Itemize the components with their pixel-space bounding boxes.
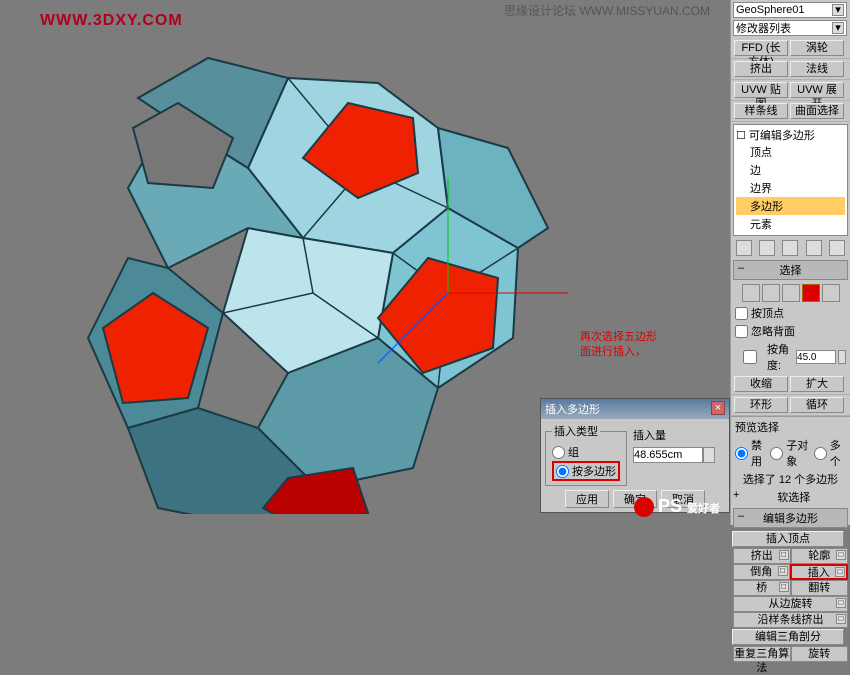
- spline-mod-button[interactable]: 样条线: [734, 103, 788, 119]
- ps-logo-icon: [634, 497, 654, 517]
- modifier-stack[interactable]: ☐ 可编辑多边形 顶点 边 边界 多边形 元素: [733, 124, 848, 236]
- tree-polygon[interactable]: 多边形: [736, 197, 845, 215]
- soft-selection-rollout[interactable]: +软选择: [731, 488, 850, 506]
- sel-vertex-icon[interactable]: [742, 284, 760, 302]
- turbo-button[interactable]: 涡轮: [790, 40, 844, 56]
- stack-toolbar: [731, 238, 850, 258]
- sel-border-icon[interactable]: [782, 284, 800, 302]
- extrude-spline-button[interactable]: 沿样条线挤出□: [733, 612, 848, 628]
- by-polygon-radio[interactable]: [556, 465, 569, 478]
- close-icon[interactable]: ×: [711, 401, 725, 415]
- extrude-mod-button[interactable]: 挤出: [734, 61, 788, 77]
- modifier-list-dropdown[interactable]: 修改器列表▾: [733, 20, 847, 36]
- watermark-top: 思缘设计论坛 WWW.MISSYUAN.COM: [504, 2, 710, 19]
- tree-border[interactable]: 边界: [736, 179, 845, 197]
- tree-root[interactable]: ☐ 可编辑多边形: [736, 127, 845, 143]
- settings-icon[interactable]: □: [836, 598, 846, 608]
- edit-poly-rollout-header[interactable]: 编辑多边形: [733, 508, 848, 528]
- insert-vertex-button[interactable]: 插入顶点: [732, 531, 844, 547]
- command-panel: GeoSphere01▾ 修改器列表▾ FFD (长方体) 涡轮 挤出 法线 U…: [730, 0, 850, 525]
- settings-icon[interactable]: □: [835, 567, 845, 577]
- apply-button[interactable]: 应用: [565, 490, 609, 508]
- inset-button[interactable]: 插入□: [790, 564, 849, 580]
- amount-input[interactable]: [633, 447, 703, 463]
- tree-vertex[interactable]: 顶点: [736, 143, 845, 161]
- chevron-down-icon[interactable]: ▾: [832, 4, 844, 16]
- make-unique-icon[interactable]: [782, 240, 798, 256]
- selection-rollout-header[interactable]: 选择: [733, 260, 848, 280]
- preview-subobj-radio[interactable]: [770, 447, 783, 460]
- loop-button[interactable]: 循环: [790, 397, 844, 413]
- settings-icon[interactable]: □: [836, 550, 846, 560]
- settings-icon[interactable]: □: [779, 582, 789, 592]
- remove-icon[interactable]: [806, 240, 822, 256]
- spinner-icon[interactable]: [703, 447, 715, 463]
- shrink-button[interactable]: 收缩: [734, 376, 788, 392]
- sel-edge-icon[interactable]: [762, 284, 780, 302]
- selection-status: 选择了 12 个多边形: [743, 471, 838, 487]
- uvw-unwrap-button[interactable]: UVW 展开: [790, 82, 844, 98]
- watermark-bottom: PS 爱好者: [634, 496, 720, 517]
- retriangulate-button[interactable]: 重复三角算法: [733, 646, 791, 662]
- turn-button[interactable]: 旋转: [791, 646, 849, 662]
- outline-button[interactable]: 轮廓□: [791, 548, 849, 564]
- uvw-map-button[interactable]: UVW 贴图: [734, 82, 788, 98]
- flip-button[interactable]: 翻转: [791, 580, 849, 596]
- group-radio[interactable]: [552, 446, 565, 459]
- hinge-button[interactable]: 从边旋转□: [733, 596, 848, 612]
- annotation-text: 再次选择五边形 面进行插入，: [580, 330, 657, 361]
- tree-edge[interactable]: 边: [736, 161, 845, 179]
- ffd-button[interactable]: FFD (长方体): [734, 40, 788, 56]
- edit-tri-button[interactable]: 编辑三角剖分: [732, 629, 844, 645]
- tree-element[interactable]: 元素: [736, 215, 845, 233]
- inset-type-group: 插入类型 组 按多边形: [545, 423, 627, 486]
- configure-icon[interactable]: [829, 240, 845, 256]
- dialog-titlebar[interactable]: 插入多边形 ×: [541, 399, 729, 419]
- spinner-icon[interactable]: [838, 350, 846, 364]
- by-vertex-checkbox[interactable]: [735, 307, 748, 320]
- surface-button[interactable]: 曲面选择: [790, 103, 844, 119]
- grow-button[interactable]: 扩大: [790, 376, 844, 392]
- by-angle-checkbox[interactable]: [735, 350, 765, 364]
- bevel-button[interactable]: 倒角□: [733, 564, 790, 580]
- ring-button[interactable]: 环形: [734, 397, 788, 413]
- show-end-icon[interactable]: [759, 240, 775, 256]
- extrude-button[interactable]: 挤出□: [733, 548, 791, 564]
- ignore-backfacing-checkbox[interactable]: [735, 325, 748, 338]
- preview-multi-radio[interactable]: [814, 447, 827, 460]
- sel-polygon-icon[interactable]: [802, 284, 820, 302]
- amount-label: 插入量: [633, 427, 666, 443]
- lathe-button[interactable]: 法线: [790, 61, 844, 77]
- subobject-selector: [731, 282, 850, 304]
- preview-off-radio[interactable]: [735, 447, 748, 460]
- chevron-down-icon[interactable]: ▾: [832, 22, 844, 34]
- sel-element-icon[interactable]: [822, 284, 840, 302]
- settings-icon[interactable]: □: [779, 550, 789, 560]
- angle-input[interactable]: [796, 350, 836, 364]
- object-name-dropdown[interactable]: GeoSphere01▾: [733, 2, 847, 18]
- bridge-button[interactable]: 桥□: [733, 580, 791, 596]
- settings-icon[interactable]: □: [836, 614, 846, 624]
- settings-icon[interactable]: □: [778, 566, 788, 576]
- pin-icon[interactable]: [736, 240, 752, 256]
